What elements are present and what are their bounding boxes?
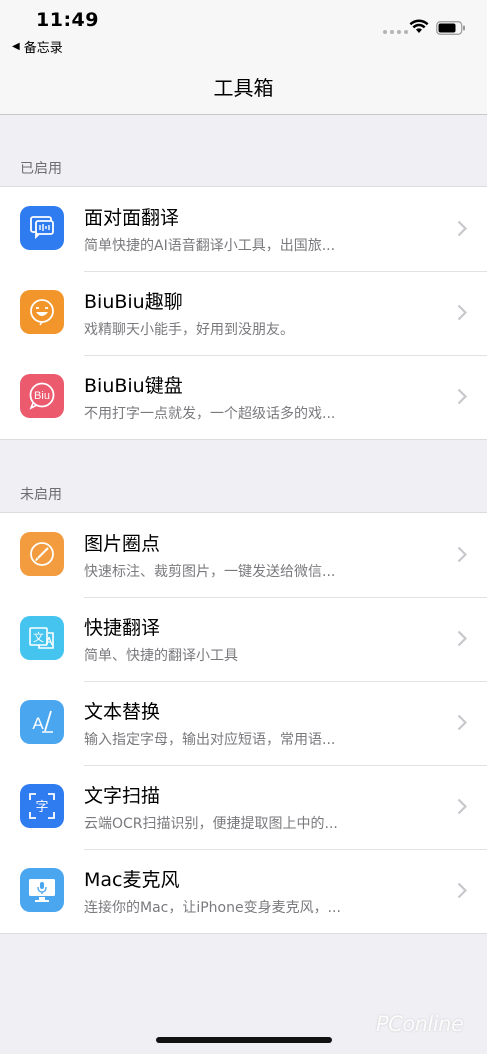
back-triangle-icon: ◀ [12, 41, 20, 52]
list-item-biubiu-chat[interactable]: BiuBiu趣聊 戏精聊天小能手，好用到没朋友。 [0, 271, 487, 355]
section-header-disabled: 未启用 [20, 487, 62, 503]
translate-icon: 文 [20, 616, 64, 660]
item-title: 快捷翻译 [84, 617, 161, 639]
list-item-text-replace[interactable]: A 文本替换 输入指定字母，输出对应短语，常用语... [0, 681, 487, 765]
chevron-right-icon [457, 220, 467, 237]
mac-mic-icon [20, 868, 64, 912]
text-replace-glyph: A [32, 714, 44, 733]
list-item-mac-microphone[interactable]: Mac麦克风 连接你的Mac，让iPhone变身麦克风，... [0, 849, 487, 933]
item-title: Mac麦克风 [84, 869, 180, 891]
brush-circle-icon [20, 532, 64, 576]
text-scan-icon: 字 [20, 784, 64, 828]
back-to-app-label: 备忘录 [23, 41, 63, 56]
chat-translate-icon [20, 206, 64, 250]
chevron-right-icon [457, 546, 467, 563]
home-indicator[interactable] [156, 1037, 332, 1043]
status-time: 11:49 [36, 9, 99, 31]
translate-glyph: 文 [33, 630, 44, 644]
status-bar: 11:49 ◀ 备忘录 [0, 0, 487, 60]
item-subtitle: 戏精聊天小能手，好用到没朋友。 [84, 322, 294, 338]
enabled-tools-list: 面对面翻译 简单快捷的AI语音翻译小工具，出国旅... BiuBiu趣聊 戏精聊… [0, 186, 487, 440]
battery-icon [436, 21, 465, 35]
item-subtitle: 简单、快捷的翻译小工具 [84, 648, 238, 664]
chevron-right-icon [457, 882, 467, 899]
chevron-right-icon [457, 388, 467, 405]
chevron-right-icon [457, 630, 467, 647]
cellular-signal-icon [383, 30, 408, 34]
item-title: BiuBiu趣聊 [84, 291, 183, 313]
page-title: 工具箱 [213, 76, 274, 100]
list-item-face-to-face-translate[interactable]: 面对面翻译 简单快捷的AI语音翻译小工具，出国旅... [0, 187, 487, 271]
item-title: 面对面翻译 [84, 207, 180, 229]
item-title: BiuBiu键盘 [84, 375, 183, 397]
navigation-bar: 工具箱 [0, 60, 487, 115]
item-title: 文字扫描 [84, 785, 161, 807]
section-header-enabled: 已启用 [20, 161, 62, 177]
chevron-right-icon [457, 798, 467, 815]
list-item-image-annotate[interactable]: 图片圈点 快速标注、裁剪图片，一键发送给微信... [0, 513, 487, 597]
item-subtitle: 连接你的Mac，让iPhone变身麦克风，... [84, 900, 341, 916]
item-title: 图片圈点 [84, 533, 161, 555]
text-replace-icon: A [20, 700, 64, 744]
watermark: PConline [376, 1012, 464, 1036]
biu-bubble-icon: Biu [20, 374, 64, 418]
disabled-tools-list: 图片圈点 快速标注、裁剪图片，一键发送给微信... 文 快捷翻译 简单、快捷的翻… [0, 512, 487, 934]
item-subtitle: 输入指定字母，输出对应短语，常用语... [84, 732, 336, 748]
item-subtitle: 不用打字一点就发，一个超级话多的戏... [84, 406, 336, 422]
list-item-text-scan[interactable]: 字 文字扫描 云端OCR扫描识别，便捷提取图上中的... [0, 765, 487, 849]
chevron-right-icon [457, 304, 467, 321]
scan-glyph: 字 [35, 800, 48, 815]
item-subtitle: 快速标注、裁剪图片，一键发送给微信... [84, 564, 336, 580]
chevron-right-icon [457, 714, 467, 731]
back-to-app-link[interactable]: ◀ 备忘录 [12, 37, 63, 56]
list-item-biubiu-keyboard[interactable]: Biu BiuBiu键盘 不用打字一点就发，一个超级话多的戏... [0, 355, 487, 439]
item-title: 文本替换 [84, 701, 161, 723]
wifi-icon [409, 19, 429, 33]
item-subtitle: 云端OCR扫描识别，便捷提取图上中的... [84, 816, 338, 832]
smiley-icon [20, 290, 64, 334]
item-subtitle: 简单快捷的AI语音翻译小工具，出国旅... [84, 238, 336, 254]
list-item-quick-translate[interactable]: 文 快捷翻译 简单、快捷的翻译小工具 [0, 597, 487, 681]
biu-text: Biu [34, 390, 50, 402]
